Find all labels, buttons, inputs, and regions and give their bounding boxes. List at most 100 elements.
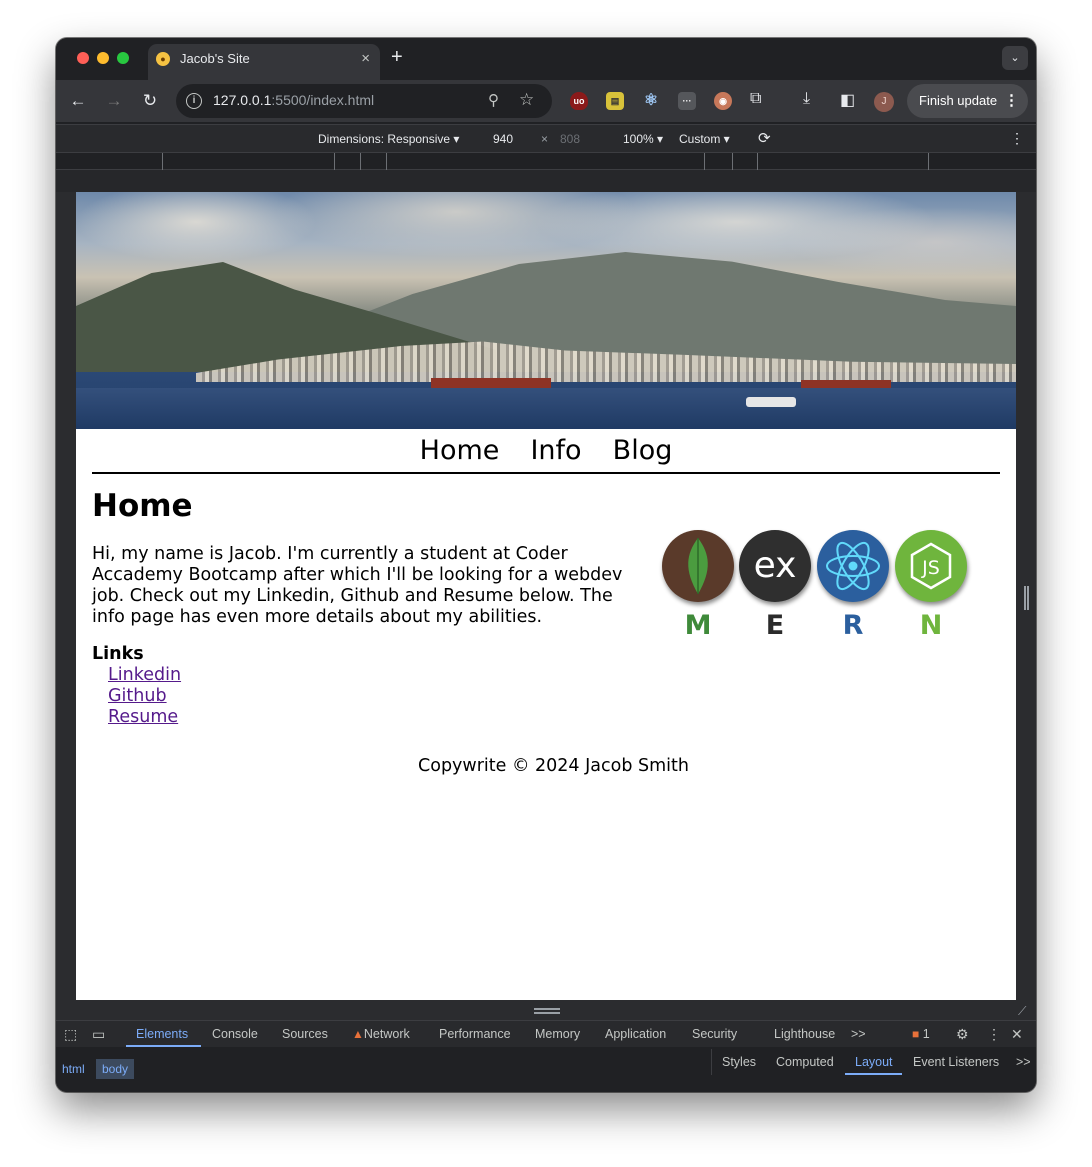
resume-link[interactable]: Resume [108, 707, 178, 727]
ruler-tick [162, 153, 163, 170]
mern-letter: M [684, 610, 712, 641]
breadcrumb-html[interactable]: html [62, 1062, 85, 1076]
address-bar[interactable]: i 127.0.0.1:5500/index.html ⚲ ☆ [176, 84, 552, 118]
intro-paragraph: Hi, my name is Jacob. I'm currently a st… [92, 544, 623, 627]
more-extensions-dots-icon[interactable]: ··· [678, 92, 696, 110]
tab-event-listeners[interactable]: Event Listeners [913, 1055, 999, 1069]
devtools-menu-icon[interactable]: ⋮ [987, 1026, 1001, 1043]
device-toolbar-menu-icon[interactable]: ⋮ [1010, 130, 1024, 147]
ruler-tick [334, 153, 335, 170]
tab-jacobs-site[interactable]: ● Jacob's Site × [148, 44, 380, 80]
tab-network-label: Network [363, 1027, 410, 1041]
tab-styles[interactable]: Styles [722, 1055, 756, 1069]
corner-resize-handle[interactable]: ⟋ [1018, 1004, 1026, 1019]
svg-text:ex: ex [754, 545, 797, 586]
banner-ship [431, 378, 551, 388]
nav-blog-link[interactable]: Blog [613, 436, 673, 466]
ublock-extension-icon[interactable]: uo [570, 92, 588, 110]
warning-triangle-icon: ▲ [352, 1027, 364, 1041]
kebab-menu-icon[interactable]: ⋮ [1004, 84, 1019, 118]
more-side-tabs-chevron-icon[interactable]: >> [1016, 1055, 1031, 1069]
tab-performance[interactable]: Performance [439, 1027, 511, 1041]
issues-count: 1 [922, 1027, 930, 1041]
devtools-sidebar-tabs: Styles Computed Layout Event Listeners >… [711, 1049, 1036, 1075]
tab-elements[interactable]: Elements [136, 1027, 188, 1041]
bottom-resize-handle[interactable] [534, 1008, 560, 1014]
right-resize-handle[interactable] [1024, 586, 1029, 610]
extensions-puzzle-icon[interactable]: ⧉ [750, 90, 761, 108]
zoom-dropdown[interactable]: 100% ▾ [623, 132, 663, 146]
tab-console[interactable]: Console [212, 1027, 258, 1041]
site-page: Home Info Blog Home Hi, my name is Jacob… [76, 192, 1016, 1000]
rotate-icon[interactable]: ⟳ [758, 129, 771, 147]
react-devtools-extension-icon[interactable]: ⚛ [642, 92, 660, 110]
tab-lighthouse[interactable]: Lighthouse [774, 1027, 835, 1041]
tab-sources[interactable]: Sources [282, 1027, 328, 1041]
tab-memory[interactable]: Memory [535, 1027, 580, 1041]
issues-badge[interactable]: ■ 1 [912, 1027, 930, 1041]
github-link[interactable]: Github [108, 686, 167, 706]
back-arrow-icon[interactable]: ← [67, 90, 89, 112]
throttle-label: Custom [679, 132, 721, 146]
ruler-tick [732, 153, 733, 170]
more-tabs-chevron-icon[interactable]: >> [851, 1027, 866, 1041]
maximize-window-button[interactable] [117, 52, 129, 64]
nav-info-link[interactable]: Info [530, 436, 581, 466]
bookmark-star-icon[interactable]: ☆ [519, 90, 534, 110]
device-toggle-icon[interactable]: ▭ [92, 1026, 105, 1043]
css-peeper-extension-icon[interactable]: ▤ [606, 92, 624, 110]
reload-icon[interactable]: ↻ [139, 90, 161, 112]
minimize-window-button[interactable] [97, 52, 109, 64]
list-item: Github [108, 686, 181, 707]
settings-gear-icon[interactable]: ⚙ [956, 1026, 969, 1043]
throttle-dropdown[interactable]: Custom ▾ [679, 132, 730, 146]
nodejs-icon: JS [895, 530, 967, 602]
list-item: Resume [108, 707, 181, 728]
dimensions-dropdown[interactable]: Dimensions: Responsive ▾ [318, 132, 459, 146]
zoom-magnifier-icon[interactable]: ⚲ [488, 91, 499, 109]
device-toolbar: Dimensions: Responsive ▾ 940 × 808 100% … [56, 124, 1036, 152]
tab-layout[interactable]: Layout [855, 1055, 893, 1069]
tab-search-chevron-icon[interactable]: ⌄ [1002, 46, 1028, 70]
issue-flag-icon: ■ [912, 1027, 920, 1041]
profile-avatar[interactable]: J [874, 92, 894, 112]
active-side-tab-indicator [845, 1073, 902, 1075]
viewport-band [56, 170, 1036, 192]
mern-letter: N [919, 610, 943, 641]
tab-network[interactable]: ▲Network [352, 1027, 410, 1041]
ruler-tick [757, 153, 758, 170]
devtools-tab-bar: ⬚ ▭ Elements Console Sources ▲Network Pe… [56, 1021, 1036, 1047]
ruler-tick [360, 153, 361, 170]
nav-home-link[interactable]: Home [420, 436, 500, 466]
forward-arrow-icon[interactable]: → [103, 90, 125, 112]
download-icon[interactable]: ⤓ [803, 90, 810, 108]
height-input[interactable]: 808 [560, 132, 580, 146]
width-input[interactable]: 940 [493, 132, 513, 146]
side-panel-icon[interactable]: ◧ [840, 90, 855, 110]
devtools-panel: ⬚ ▭ Elements Console Sources ▲Network Pe… [56, 1020, 1036, 1092]
finish-update-button[interactable]: Finish update ⋮ [907, 84, 1028, 118]
dimensions-label: Dimensions: Responsive [318, 132, 451, 146]
header-banner-image [76, 192, 1016, 429]
footer-copyright: Copywrite © 2024 Jacob Smith [418, 756, 689, 776]
banner-ship [801, 380, 891, 388]
links-heading: Links [92, 644, 144, 664]
list-item: Linkedin [108, 665, 181, 686]
breadcrumb-body[interactable]: body [96, 1059, 135, 1079]
site-info-icon[interactable]: i [186, 93, 202, 109]
close-window-button[interactable] [77, 52, 89, 64]
owl-extension-icon[interactable]: ◉ [714, 92, 732, 110]
tab-computed[interactable]: Computed [776, 1055, 834, 1069]
banner-ferry [746, 397, 796, 407]
site-nav: Home Info Blog [92, 436, 1000, 474]
linkedin-link[interactable]: Linkedin [108, 665, 181, 685]
inspect-element-icon[interactable]: ⬚ [64, 1026, 77, 1043]
tab-application[interactable]: Application [605, 1027, 666, 1041]
links-list: Linkedin Github Resume [108, 665, 181, 728]
ruler-tick [928, 153, 929, 170]
close-devtools-icon[interactable]: ✕ [1011, 1026, 1023, 1043]
url-text[interactable]: 127.0.0.1:5500/index.html [213, 92, 374, 108]
tab-security[interactable]: Security [692, 1027, 737, 1041]
tab-close-icon[interactable]: × [361, 50, 370, 67]
new-tab-button[interactable]: + [391, 46, 403, 69]
